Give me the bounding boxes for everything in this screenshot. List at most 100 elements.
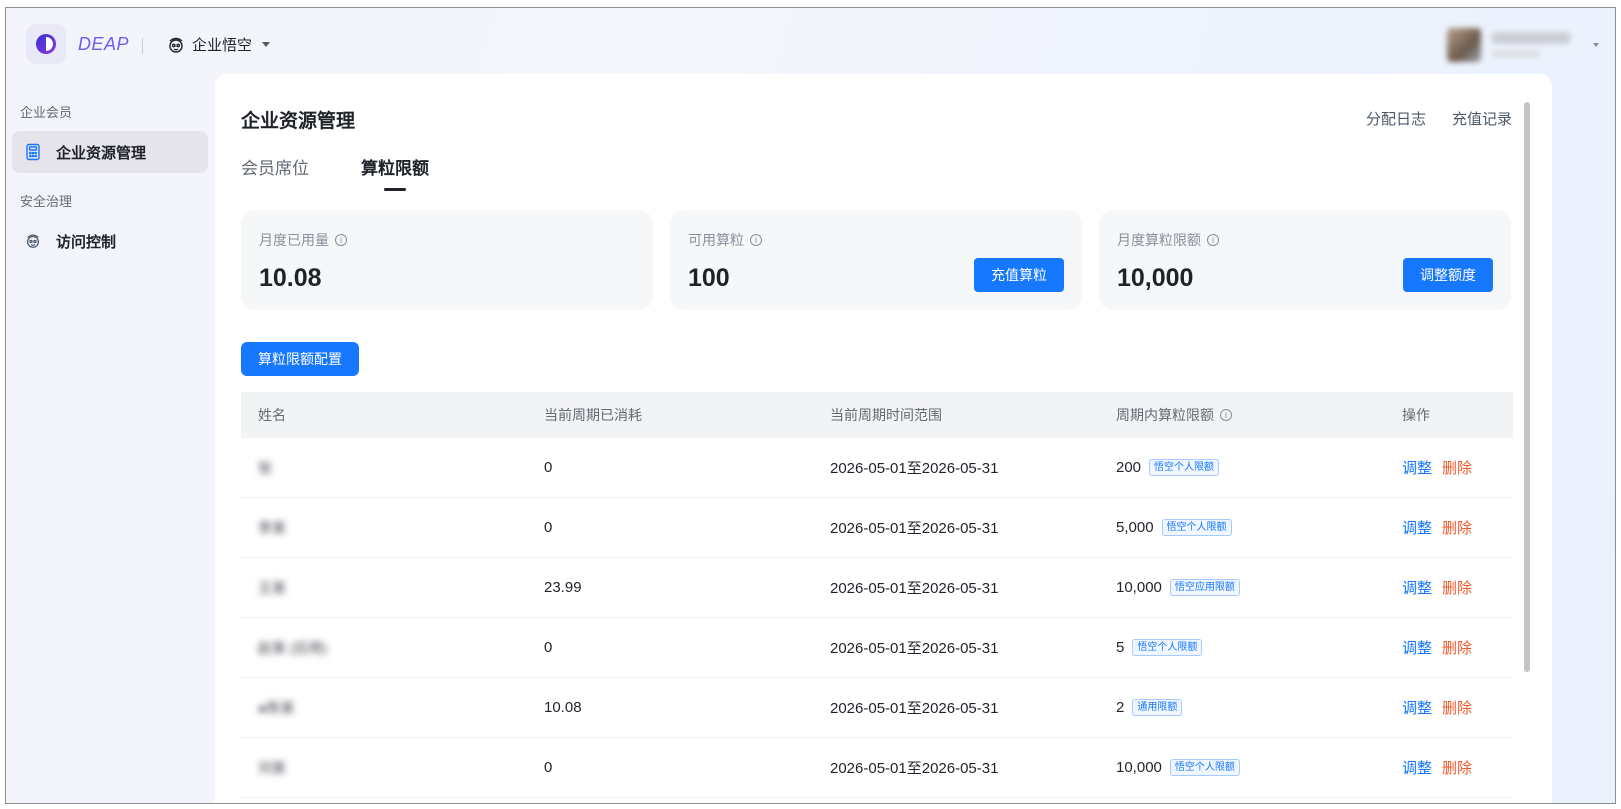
- user-name: 刘某: [258, 759, 286, 776]
- header-divider: [142, 38, 143, 54]
- limit-type-tag: 悟空个人限额: [1132, 639, 1203, 656]
- sidebar-item-access-control[interactable]: 访问控制: [12, 220, 208, 262]
- wukong-icon: [169, 37, 183, 53]
- stat-card-available: 可用算粒 i 100 充值算粒: [670, 210, 1082, 310]
- limit-type-tag: 悟空个人限额: [1169, 759, 1240, 776]
- stat-card-monthly-used: 月度已用量 i 10.08: [241, 210, 653, 310]
- column-header-actions: 操作: [1402, 407, 1430, 423]
- user-menu[interactable]: [1447, 28, 1599, 62]
- quota-config-button[interactable]: 算粒限额配置: [241, 342, 359, 376]
- deap-logo-icon: [36, 34, 56, 54]
- limit-value: 200: [1116, 459, 1142, 476]
- sidebar-group-security: 安全治理: [20, 194, 73, 209]
- consumed-value: 0: [544, 459, 553, 476]
- user-name: ●陈某: [258, 699, 295, 716]
- column-header-consumed: 当前周期已消耗: [544, 407, 642, 423]
- limit-value: 10,000: [1116, 759, 1162, 776]
- period-range: 2026-05-01至2026-05-31: [830, 760, 999, 777]
- app-switcher[interactable]: 企业悟空: [166, 34, 271, 55]
- quota-table: 姓名 当前周期已消耗 当前周期时间范围 周期内算粒限额 i 操作 张 0 202…: [241, 392, 1513, 798]
- period-range: 2026-05-01至2026-05-31: [830, 640, 999, 657]
- tab-member-seats[interactable]: 会员席位: [241, 154, 309, 191]
- limit-type-tag: 悟空个人限额: [1161, 519, 1232, 536]
- scrollbar[interactable]: [1524, 102, 1530, 803]
- card-label: 月度已用量: [259, 232, 329, 248]
- adjust-button[interactable]: 调整: [1402, 697, 1432, 718]
- sidebar-item-label: 访问控制: [56, 233, 117, 251]
- period-range: 2026-05-01至2026-05-31: [830, 460, 999, 477]
- column-header-range: 当前周期时间范围: [830, 407, 942, 423]
- column-header-limit: 周期内算粒限额 i: [1099, 405, 1385, 425]
- wukong-icon: [26, 234, 40, 248]
- calculator-icon: [26, 143, 40, 161]
- delete-button[interactable]: 删除: [1442, 457, 1472, 478]
- sidebar-item-label: 企业资源管理: [56, 144, 147, 162]
- avatar: [1447, 28, 1481, 62]
- limit-type-tag: 悟空应用限额: [1169, 579, 1240, 596]
- card-label: 月度算粒限额: [1117, 232, 1201, 248]
- period-range: 2026-05-01至2026-05-31: [830, 520, 999, 537]
- delete-button[interactable]: 删除: [1442, 697, 1472, 718]
- limit-value: 5: [1116, 639, 1125, 656]
- tab-compute-quota[interactable]: 算粒限额: [361, 154, 429, 191]
- user-info-blurred: [1491, 32, 1571, 58]
- limit-value: 10,000: [1116, 579, 1162, 596]
- user-name: 张: [258, 459, 272, 476]
- tab-bar: 会员席位 算粒限额: [241, 154, 429, 191]
- recharge-record-link[interactable]: 充值记录: [1452, 108, 1512, 129]
- column-header-name: 姓名: [258, 407, 286, 423]
- consumed-value: 23.99: [544, 579, 582, 596]
- adjust-button[interactable]: 调整: [1402, 517, 1432, 538]
- chevron-down-icon: [1593, 43, 1599, 47]
- period-range: 2026-05-01至2026-05-31: [830, 580, 999, 597]
- sidebar: 企业会员 企业资源管理 安全治理 访问控制: [6, 76, 214, 803]
- card-value: 10.08: [259, 264, 322, 292]
- logo-badge[interactable]: [26, 24, 66, 64]
- table-row: 王某 23.99 2026-05-01至2026-05-31 10,000 悟空应…: [241, 558, 1513, 618]
- delete-button[interactable]: 删除: [1442, 517, 1472, 538]
- main-panel: 企业资源管理 分配日志 充值记录 会员席位 算粒限额 月度已用量 i 10.08…: [215, 74, 1552, 803]
- scrollbar-thumb[interactable]: [1524, 102, 1530, 672]
- consumed-value: 0: [544, 759, 553, 776]
- allocation-log-link[interactable]: 分配日志: [1366, 108, 1426, 129]
- user-name: 王某: [258, 579, 286, 596]
- adjust-button[interactable]: 调整: [1402, 457, 1432, 478]
- recharge-button[interactable]: 充值算粒: [974, 258, 1064, 292]
- table-header: 姓名 当前周期已消耗 当前周期时间范围 周期内算粒限额 i 操作: [241, 392, 1513, 438]
- delete-button[interactable]: 删除: [1442, 637, 1472, 658]
- app-window: DEAP 企业悟空 企业会员 企业资源管理 安全治理 访问控制 企业资源管理 分…: [5, 7, 1616, 804]
- user-name: 赵某 (应用): [258, 639, 328, 656]
- top-header: DEAP 企业悟空: [6, 8, 1615, 76]
- delete-button[interactable]: 删除: [1442, 757, 1472, 778]
- limit-value: 5,000: [1116, 519, 1154, 536]
- app-name: 企业悟空: [192, 37, 253, 54]
- table-row: 刘某 0 2026-05-01至2026-05-31 10,000 悟空个人限额 …: [241, 738, 1513, 798]
- adjust-button[interactable]: 调整: [1402, 577, 1432, 598]
- info-icon[interactable]: i: [1207, 234, 1219, 246]
- consumed-value: 0: [544, 519, 553, 536]
- period-range: 2026-05-01至2026-05-31: [830, 700, 999, 717]
- stat-card-monthly-limit: 月度算粒限额 i 10,000 调整额度: [1099, 210, 1511, 310]
- top-links: 分配日志 充值记录: [1366, 108, 1512, 129]
- sidebar-group-membership: 企业会员: [20, 105, 73, 120]
- adjust-limit-button[interactable]: 调整额度: [1403, 258, 1493, 292]
- adjust-button[interactable]: 调整: [1402, 637, 1432, 658]
- info-icon[interactable]: i: [335, 234, 347, 246]
- consumed-value: 0: [544, 639, 553, 656]
- page-title: 企业资源管理: [241, 111, 356, 132]
- user-name: 李某: [258, 519, 286, 536]
- logo-text: DEAP: [78, 34, 130, 54]
- table-row: 张 0 2026-05-01至2026-05-31 200 悟空个人限额 调整 删除: [241, 438, 1513, 498]
- sidebar-item-resource-management[interactable]: 企业资源管理: [12, 131, 208, 173]
- table-row: ●陈某 10.08 2026-05-01至2026-05-31 2 通用限额 调整…: [241, 678, 1513, 738]
- info-icon[interactable]: i: [1220, 409, 1232, 421]
- limit-type-tag: 悟空个人限额: [1149, 459, 1220, 476]
- adjust-button[interactable]: 调整: [1402, 757, 1432, 778]
- delete-button[interactable]: 删除: [1442, 577, 1472, 598]
- limit-type-tag: 通用限额: [1132, 699, 1183, 716]
- table-row: 李某 0 2026-05-01至2026-05-31 5,000 悟空个人限额 调…: [241, 498, 1513, 558]
- table-row: 赵某 (应用) 0 2026-05-01至2026-05-31 5 悟空个人限额 …: [241, 618, 1513, 678]
- card-label: 可用算粒: [688, 232, 744, 248]
- info-icon[interactable]: i: [750, 234, 762, 246]
- consumed-value: 10.08: [544, 699, 582, 716]
